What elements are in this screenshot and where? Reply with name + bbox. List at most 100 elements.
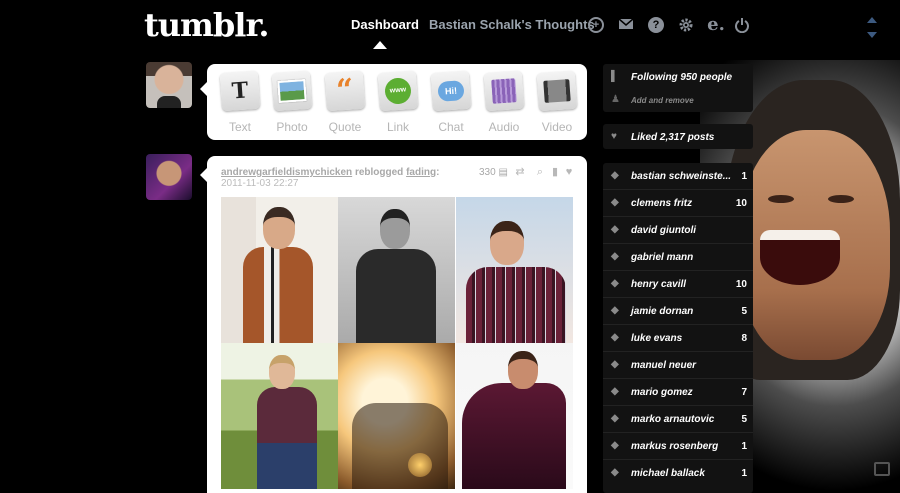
tracked-tag-item[interactable]: ◆ david giuntoli — [603, 217, 753, 243]
bookmark-icon[interactable]: ▮ — [549, 166, 561, 178]
settings-icon[interactable] — [678, 17, 694, 33]
add-remove-link[interactable]: Add and remove — [631, 96, 694, 105]
notes-icon: ▤ — [498, 167, 508, 178]
heart-icon: ♥ — [611, 131, 617, 142]
post-type-label: Quote — [328, 120, 362, 134]
tracked-tag-item[interactable]: ◆ michael ballack 1 — [603, 460, 753, 486]
post-photo[interactable] — [221, 197, 338, 343]
post-photo[interactable] — [456, 343, 573, 489]
source-suffix: : — [436, 167, 440, 178]
liked-link[interactable]: ♥ Liked 2,317 posts — [603, 124, 753, 150]
liked-panel: ♥ Liked 2,317 posts — [603, 124, 753, 149]
notes-count[interactable]: 330 ▤ — [479, 167, 508, 178]
following-panel: ▌ Following 950 people ♟ Add and remove — [603, 64, 753, 112]
post-type-label: Audio — [488, 120, 520, 134]
tag-icon: ◆ — [611, 467, 619, 478]
reblog-action: reblogged — [354, 167, 404, 178]
tag-count: 10 — [735, 279, 747, 290]
tag-icon: ◆ — [611, 305, 619, 316]
tag-icon: ◆ — [611, 251, 619, 262]
tracked-tag-item[interactable]: ◆ marko arnautovic 5 — [603, 406, 753, 432]
liked-label: Liked 2,317 posts — [631, 132, 715, 143]
tag-icon: ◆ — [611, 440, 619, 451]
inbox-icon[interactable] — [618, 17, 634, 33]
help-icon[interactable]: ? — [648, 17, 664, 33]
post-type-photo[interactable]: Photo — [270, 70, 314, 134]
tracked-tag-item[interactable]: ◆ mario gomez 7 — [603, 379, 753, 405]
tag-label: david giuntoli — [631, 225, 696, 236]
tracked-tag-item[interactable]: ◆ bastian schweinste... 1 — [603, 163, 753, 189]
text-icon: T — [219, 70, 261, 112]
scroll-up-arrow-icon[interactable] — [867, 17, 877, 23]
post-photo[interactable] — [338, 343, 455, 489]
user-avatar[interactable] — [146, 62, 192, 108]
photo-icon — [271, 70, 313, 112]
tag-label: bastian schweinste... — [631, 171, 732, 182]
tracked-tag-item[interactable]: ◆ markus rosenberg 1 — [603, 433, 753, 459]
tag-count: 10 — [735, 198, 747, 209]
tag-count: 8 — [741, 333, 747, 344]
post-author-link[interactable]: andrewgarfieldismychicken — [221, 167, 352, 178]
tag-count: 5 — [741, 414, 747, 425]
post-type-text[interactable]: T Text — [218, 70, 262, 134]
following-icon: ▌ — [611, 71, 619, 82]
following-label: Following 950 people — [631, 72, 733, 83]
tag-icon: ◆ — [611, 413, 619, 424]
post-type-audio[interactable]: Audio — [482, 70, 526, 134]
post-photo[interactable] — [338, 197, 455, 343]
post-type-chat[interactable]: Chat — [429, 70, 473, 134]
quote-icon: “ — [324, 70, 366, 112]
post-photo[interactable] — [221, 343, 338, 489]
tracked-tag-item[interactable]: ◆ henry cavill 10 — [603, 271, 753, 297]
tumblr-logo[interactable]: tumblr. — [144, 6, 269, 44]
post-header: andrewgarfieldismychicken reblogged fadi… — [221, 167, 439, 178]
tag-label: jamie dornan — [631, 306, 694, 317]
tag-label: gabriel mann — [631, 252, 694, 263]
audio-icon — [483, 70, 525, 112]
post-type-quote[interactable]: “ Quote — [323, 70, 367, 134]
notes-count-value: 330 — [479, 167, 496, 178]
tag-count: 1 — [741, 468, 747, 479]
post-type-link[interactable]: Link — [376, 70, 420, 134]
tracked-tag-item[interactable]: ◆ gabriel mann — [603, 244, 753, 270]
post-author-avatar[interactable] — [146, 154, 192, 200]
tracked-tag-item[interactable]: ◆ clemens fritz 10 — [603, 190, 753, 216]
tab-dashboard[interactable]: Dashboard — [351, 17, 419, 32]
tracked-tag-item[interactable]: ◆ manuel neuer — [603, 352, 753, 378]
post-type-composer: T Text Photo “ Quote Link Chat Audio Vid… — [200, 64, 587, 140]
post-pointer — [200, 168, 207, 182]
tracked-tag-item[interactable]: ◆ luke evans 8 — [603, 325, 753, 351]
tag-label: luke evans — [631, 333, 683, 344]
like-heart-icon[interactable]: ♥ — [563, 166, 575, 178]
video-icon — [536, 70, 578, 112]
search-icon[interactable]: ⌕ — [534, 166, 546, 178]
tag-label: henry cavill — [631, 279, 687, 290]
post-type-video[interactable]: Video — [535, 70, 579, 134]
post-date: 2011-11-03 22:27 — [221, 178, 299, 189]
logout-icon[interactable] — [734, 17, 750, 34]
tag-label: mario gomez — [631, 387, 693, 398]
tag-icon: ◆ — [611, 197, 619, 208]
post-type-label: Chat — [438, 120, 464, 134]
tag-label: clemens fritz — [631, 198, 693, 209]
photo-post: andrewgarfieldismychicken reblogged fadi… — [207, 156, 587, 493]
tab-blog[interactable]: Bastian Schalk's Thoughts — [429, 17, 595, 32]
new-post-icon[interactable]: + — [588, 17, 604, 33]
tag-icon: ◆ — [611, 170, 619, 181]
post-source-link[interactable]: fading — [406, 167, 436, 178]
edit-icon[interactable]: e. — [706, 16, 726, 34]
tracked-tag-item[interactable]: ◆ jamie dornan 5 — [603, 298, 753, 324]
post-photo[interactable] — [456, 197, 573, 343]
add-user-icon: ♟ — [611, 94, 620, 105]
following-link[interactable]: ▌ Following 950 people — [603, 64, 753, 90]
tag-icon: ◆ — [611, 386, 619, 397]
customize-icon[interactable] — [874, 462, 890, 476]
reblog-icon[interactable]: ⇄ — [514, 166, 526, 178]
tag-label: marko arnautovic — [631, 414, 715, 425]
post-type-label: Video — [541, 120, 573, 134]
post-type-label: Link — [386, 120, 409, 134]
tag-count: 1 — [741, 441, 747, 452]
dashboard-page: tumblr. Dashboard Bastian Schalk's Thoug… — [0, 0, 900, 493]
scroll-down-arrow-icon[interactable] — [867, 32, 877, 38]
tag-label: markus rosenberg — [631, 441, 719, 452]
